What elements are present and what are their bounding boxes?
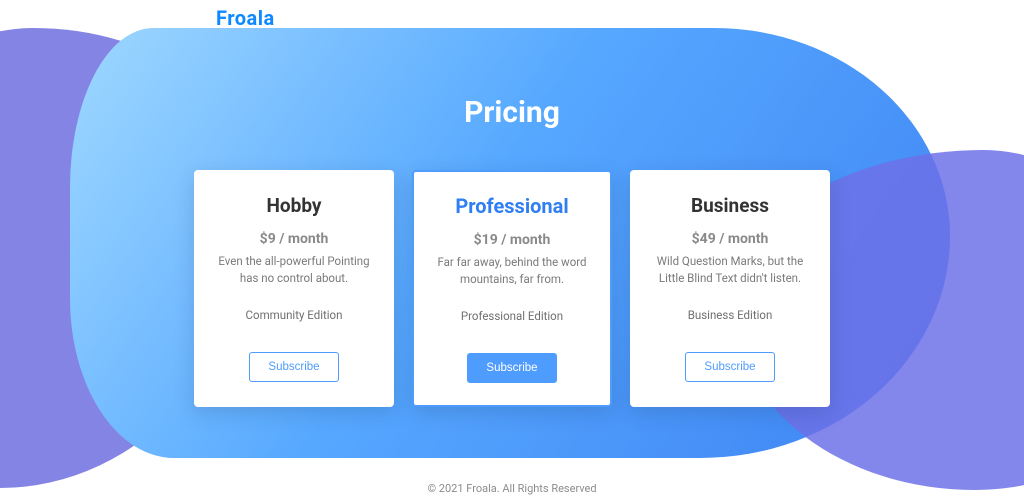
footer-text: © 2021 Froala. All Rights Reserved: [0, 482, 1024, 495]
page-title: Pricing: [0, 95, 1024, 130]
plan-edition: Business Edition: [642, 308, 818, 322]
pricing-card-professional: Professional $19 / month Far far away, b…: [412, 170, 612, 407]
plan-price: $19 / month: [426, 232, 598, 248]
subscribe-button[interactable]: Subscribe: [467, 353, 556, 383]
brand-logo[interactable]: Froala: [216, 6, 275, 30]
plan-edition: Professional Edition: [426, 309, 598, 323]
subscribe-button[interactable]: Subscribe: [685, 352, 774, 382]
plan-name: Business: [642, 194, 818, 217]
plan-price: $9 / month: [206, 231, 382, 247]
pricing-card-hobby: Hobby $9 / month Even the all-powerful P…: [194, 170, 394, 407]
pricing-cards: Hobby $9 / month Even the all-powerful P…: [0, 170, 1024, 407]
subscribe-button[interactable]: Subscribe: [249, 352, 338, 382]
plan-price: $49 / month: [642, 231, 818, 247]
plan-desc: Wild Question Marks, but the Little Blin…: [642, 253, 818, 286]
pricing-card-business: Business $49 / month Wild Question Marks…: [630, 170, 830, 407]
plan-desc: Even the all-powerful Pointing has no co…: [206, 253, 382, 286]
plan-name: Professional: [426, 194, 598, 218]
plan-desc: Far far away, behind the word mountains,…: [426, 254, 598, 287]
plan-name: Hobby: [206, 194, 382, 217]
plan-edition: Community Edition: [206, 308, 382, 322]
